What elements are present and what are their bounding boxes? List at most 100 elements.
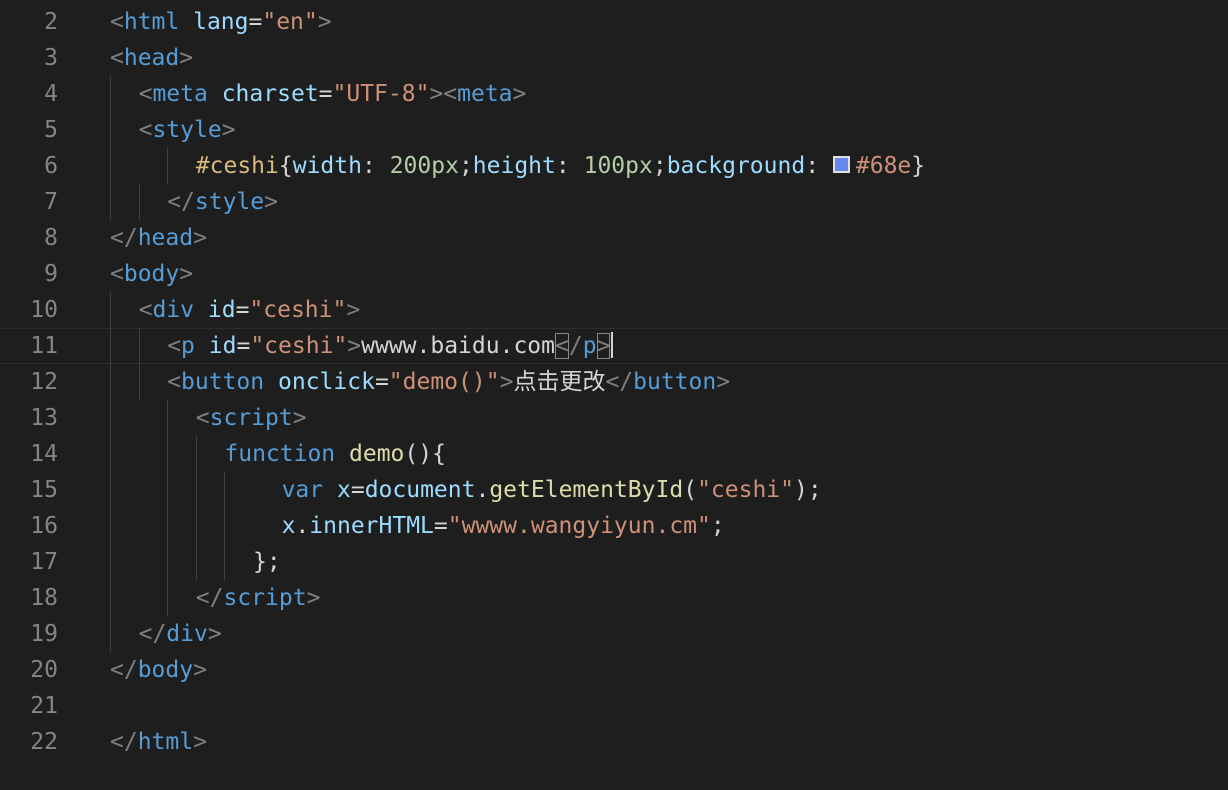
- indent-guide: [195, 544, 225, 580]
- punctuation: >: [512, 81, 527, 107]
- code-text: .: [295, 513, 310, 539]
- indent-guide: [167, 436, 196, 472]
- code-line[interactable]: 10 <div id="ceshi">: [0, 292, 1228, 328]
- indent-guide: [138, 184, 168, 220]
- tag-name: body: [123, 261, 180, 287]
- code-content: };: [110, 544, 281, 580]
- brace: }: [911, 153, 926, 179]
- line-number: 15: [30, 477, 58, 503]
- tag-name: button: [633, 369, 717, 395]
- indent-guide: [110, 544, 139, 580]
- line-number: 13: [30, 405, 58, 431]
- tag-name: p: [181, 333, 195, 359]
- line-number: 4: [44, 81, 58, 107]
- punctuation: >: [292, 405, 307, 431]
- indent-guide: [110, 580, 139, 616]
- punctuation: >: [193, 729, 207, 755]
- code-content: function demo(){: [110, 436, 446, 472]
- code-line[interactable]: 8 </head>: [0, 220, 1228, 256]
- code-line[interactable]: 4 <meta charset="UTF-8"><meta>: [0, 76, 1228, 112]
- tag-name: div: [152, 297, 194, 323]
- code-line[interactable]: 5 <style>: [0, 112, 1228, 148]
- code-text: (: [683, 477, 698, 503]
- indent-guide: [224, 508, 253, 544]
- color-swatch-icon[interactable]: [832, 156, 850, 173]
- punctuation: <: [138, 81, 153, 107]
- indent-guide: [253, 472, 282, 508]
- code-line[interactable]: 20 </body>: [0, 652, 1228, 688]
- variable-name: document: [364, 477, 476, 503]
- tag-name: button: [181, 369, 265, 395]
- indent-guide: [167, 148, 196, 184]
- code-line[interactable]: 11 <p id="ceshi">wwww.baidu.com</p>: [0, 328, 1228, 365]
- function-name: demo: [349, 441, 405, 467]
- line-number: 10: [30, 297, 58, 323]
- punctuation: >: [179, 261, 194, 287]
- indent-guide: [139, 580, 168, 616]
- keyword: var: [281, 477, 324, 503]
- punctuation: >: [264, 189, 278, 215]
- code-line[interactable]: 19 </div>: [0, 616, 1228, 652]
- code-text: =: [235, 297, 250, 323]
- indent-guide: [224, 544, 253, 580]
- code-text: wwww.baidu.com: [361, 333, 555, 359]
- punctuation: <: [167, 333, 182, 359]
- indent-guide: [110, 184, 139, 220]
- css-selector: #ceshi: [195, 153, 279, 179]
- code-content: <script>: [110, 400, 307, 436]
- line-number: 14: [30, 441, 58, 467]
- attribute-name: onclick: [278, 369, 375, 395]
- line-number: 9: [44, 261, 58, 287]
- code-content: x.innerHTML="wwww.wangyiyun.cm";: [110, 508, 725, 544]
- code-text: =: [350, 477, 365, 503]
- code-line[interactable]: 16 x.innerHTML="wwww.wangyiyun.cm";: [0, 508, 1228, 544]
- code-text: :: [555, 153, 584, 179]
- code-line[interactable]: 17};: [0, 544, 1228, 580]
- punctuation: >: [179, 45, 194, 71]
- code-line[interactable]: 14 function demo(){: [0, 436, 1228, 472]
- tag-name: head: [123, 45, 180, 71]
- code-content: </div>: [110, 616, 222, 652]
- line-number: 11: [30, 333, 58, 359]
- code-line[interactable]: 7 </style>: [0, 184, 1228, 220]
- attribute-name: id: [207, 297, 236, 323]
- line-number: 19: [30, 621, 58, 647]
- code-line[interactable]: 13 <script>: [0, 400, 1228, 436]
- code-content: <p id="ceshi">wwww.baidu.com</p>: [110, 329, 614, 365]
- code-text: :: [805, 153, 833, 179]
- code-line[interactable]: 6 #ceshi{width: 200px;height: 100px;backg…: [0, 148, 1228, 184]
- punctuation: </: [110, 657, 138, 683]
- variable-name: innerHTML: [309, 513, 434, 539]
- indent-guide: [224, 472, 253, 508]
- line-number: 7: [44, 189, 58, 215]
- code-line[interactable]: 2 <html lang="en">: [0, 4, 1228, 40]
- indent-guide: [139, 436, 168, 472]
- code-line[interactable]: 18 </script>: [0, 580, 1228, 616]
- string-literal: "en": [262, 9, 318, 35]
- indent-guide: [167, 508, 196, 544]
- code-content: </style>: [110, 184, 278, 220]
- line-number: 3: [44, 45, 58, 71]
- tag-name: style: [194, 189, 265, 215]
- code-line[interactable]: 12 <button onclick="demo()">点击更改</button>: [0, 364, 1228, 400]
- code-editor[interactable]: 2 <html lang="en"> 3 <head> 4 <meta charset="…: [0, 0, 1228, 790]
- code-line[interactable]: 9 <body>: [0, 256, 1228, 292]
- punctuation: >: [193, 657, 207, 683]
- code-line[interactable]: 3 <head>: [0, 40, 1228, 76]
- css-property: height: [472, 153, 556, 179]
- indent-guide: [195, 436, 225, 472]
- code-line[interactable]: 22 </html>: [0, 724, 1228, 760]
- css-property: width: [292, 153, 362, 179]
- code-line[interactable]: 21: [0, 688, 1228, 724]
- indent-guide: [139, 472, 168, 508]
- indent-guide: [110, 329, 139, 365]
- punctuation: <: [167, 369, 182, 395]
- css-property: background: [666, 153, 806, 179]
- code-line[interactable]: 15 var x=document.getElementById("ceshi")…: [0, 472, 1228, 508]
- code-text: );: [794, 477, 822, 503]
- indent-guide: [110, 364, 139, 400]
